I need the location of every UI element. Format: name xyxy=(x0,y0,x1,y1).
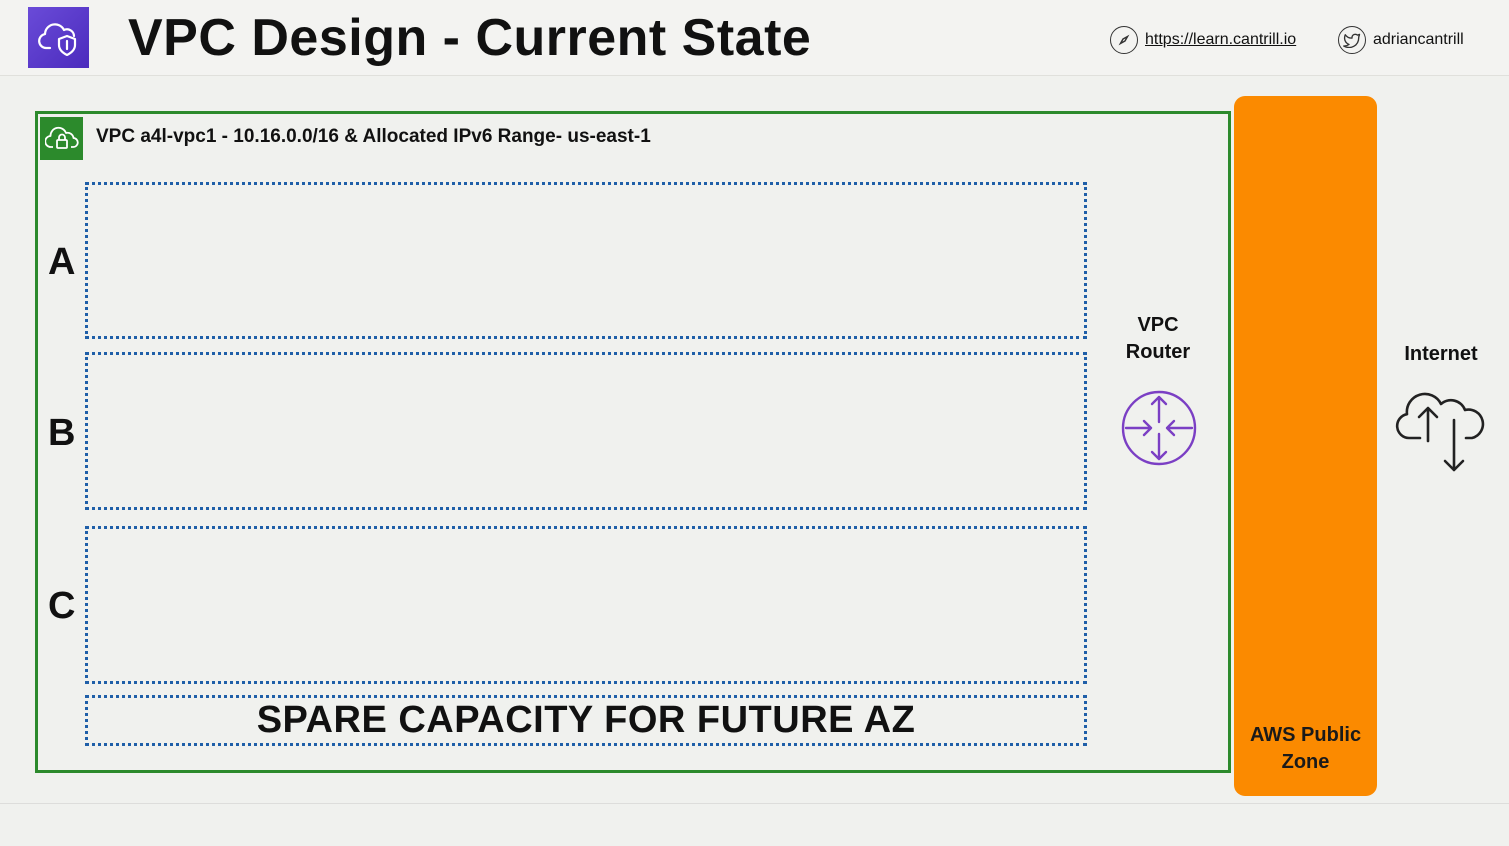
vpc-container: VPC a4l-vpc1 - 10.16.0.0/16 & Allocated … xyxy=(35,111,1231,773)
public-zone-label: AWS Public Zone xyxy=(1234,722,1377,776)
website-link[interactable]: https://learn.cantrill.io xyxy=(1110,26,1296,54)
az-a-label: A xyxy=(48,241,76,283)
compass-icon xyxy=(1110,26,1138,54)
internet-label: Internet xyxy=(1404,343,1478,365)
twitter-handle[interactable]: adriancantrill xyxy=(1373,28,1464,52)
public-zone-line1: AWS Public xyxy=(1249,724,1362,746)
vpc-router-label: VPC Router xyxy=(1108,312,1208,366)
spare-capacity-label: SPARE CAPACITY FOR FUTURE AZ xyxy=(256,699,916,741)
az-b-label: B xyxy=(48,412,76,454)
twitter-bird-icon xyxy=(1338,26,1366,54)
spare-capacity-box: SPARE CAPACITY FOR FUTURE AZ xyxy=(85,695,1087,746)
aws-public-zone: AWS Public Zone xyxy=(1234,96,1377,796)
vpc-label: VPC a4l-vpc1 - 10.16.0.0/16 & Allocated … xyxy=(96,126,651,147)
az-a-box xyxy=(85,182,1087,339)
header-bar: VPC Design - Current State https://learn… xyxy=(0,0,1509,76)
cloud-upload-download-icon xyxy=(1394,382,1489,474)
twitter-link[interactable]: adriancantrill xyxy=(1338,26,1464,54)
router-label-line1: VPC xyxy=(1137,314,1179,336)
az-b-box xyxy=(85,352,1087,510)
vpc-cloud-lock-icon xyxy=(40,117,83,160)
website-url[interactable]: https://learn.cantrill.io xyxy=(1145,28,1296,52)
page-title: VPC Design - Current State xyxy=(128,9,812,67)
router-icon xyxy=(1120,389,1198,467)
az-c-label: C xyxy=(48,585,76,627)
footer-divider xyxy=(0,803,1509,804)
router-label-line2: Router xyxy=(1125,341,1191,363)
public-zone-line2: Zone xyxy=(1281,751,1330,773)
az-c-box xyxy=(85,526,1087,684)
cloud-shield-icon xyxy=(28,7,89,68)
